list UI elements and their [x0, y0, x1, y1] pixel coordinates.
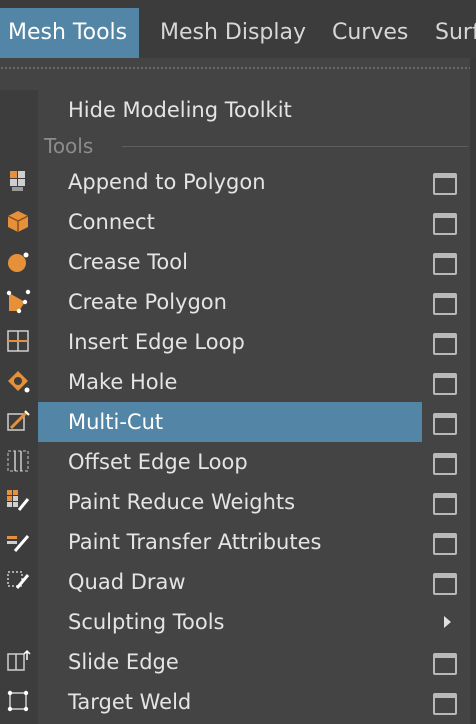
- connect-icon: [7, 211, 29, 232]
- menu-item-label: Target Weld: [68, 690, 192, 714]
- menu-item-offset-edge-loop[interactable]: Offset Edge Loop: [38, 442, 422, 482]
- make-hole-icon: [8, 371, 30, 393]
- menu-item-label: Insert Edge Loop: [68, 330, 245, 354]
- paint-transfer-attributes-option-box[interactable]: [433, 533, 457, 555]
- menu-item-sculpting-tools[interactable]: Sculpting Tools: [38, 602, 422, 642]
- menu-item-make-hole[interactable]: Make Hole: [38, 362, 422, 402]
- menu-item-label: Paint Transfer Attributes: [68, 530, 322, 554]
- quad-draw-icon: [7, 571, 30, 589]
- menu-item-paint-reduce-weights[interactable]: Paint Reduce Weights: [38, 482, 422, 522]
- target-weld-option-box[interactable]: [433, 693, 457, 715]
- paint-reduce-weights-option-box[interactable]: [433, 493, 457, 515]
- menu-surfaces[interactable]: Surf: [435, 8, 476, 58]
- menu-item-label: Paint Reduce Weights: [68, 490, 296, 514]
- menu-item-insert-edge-loop[interactable]: Insert Edge Loop: [38, 322, 422, 362]
- menu-item-label: Offset Edge Loop: [68, 450, 248, 474]
- menu-item-label: Sculpting Tools: [68, 610, 225, 634]
- menu-item-multi-cut[interactable]: Multi-Cut: [38, 402, 422, 442]
- menu-item-label: Create Polygon: [68, 290, 227, 314]
- menu-bar: Mesh Tools Mesh Display Curves Surf: [0, 0, 476, 58]
- menu-item-label: Append to Polygon: [68, 170, 266, 194]
- submenu-arrow-icon: [444, 616, 451, 628]
- connect-option-box[interactable]: [433, 213, 457, 235]
- insert-edge-loop-icon: [7, 330, 29, 352]
- menu-item-label: Connect: [68, 210, 155, 234]
- menu-item-connect[interactable]: Connect: [38, 202, 422, 242]
- menu-item-append-to-polygon[interactable]: Append to Polygon: [38, 162, 422, 202]
- menu-item-hide-modeling-toolkit[interactable]: Hide Modeling Toolkit: [38, 90, 422, 130]
- target-weld-icon: [7, 690, 29, 712]
- menu-item-label: Hide Modeling Toolkit: [68, 98, 292, 122]
- multi-cut-icon: [7, 410, 30, 431]
- menu-curves[interactable]: Curves: [332, 8, 408, 58]
- append-polygon-icon: [10, 171, 25, 191]
- make-hole-option-box[interactable]: [433, 373, 457, 395]
- menu-item-label: Make Hole: [68, 370, 178, 394]
- create-polygon-icon: [6, 289, 31, 314]
- menu-mesh-display[interactable]: Mesh Display: [160, 8, 306, 58]
- create-polygon-option-box[interactable]: [433, 293, 457, 315]
- menu-item-label: Slide Edge: [68, 650, 179, 674]
- menu-item-label: Quad Draw: [68, 570, 186, 594]
- slide-edge-icon: [7, 649, 31, 671]
- menu-mesh-tools[interactable]: Mesh Tools: [0, 8, 140, 58]
- menu-item-paint-transfer-attributes[interactable]: Paint Transfer Attributes: [38, 522, 422, 562]
- paint-reduce-weights-icon: [7, 490, 30, 511]
- offset-edge-loop-option-box[interactable]: [433, 453, 457, 475]
- menu-item-label: Multi-Cut: [68, 410, 164, 434]
- menu-edge: [470, 58, 476, 724]
- section-header-tools: Tools: [38, 130, 470, 162]
- menu-item-label: Crease Tool: [68, 250, 188, 274]
- section-divider: [122, 146, 468, 147]
- menu-item-target-weld[interactable]: Target Weld: [38, 682, 422, 722]
- menu-item-quad-draw[interactable]: Quad Draw: [38, 562, 422, 602]
- section-label: Tools: [44, 134, 94, 158]
- multi-cut-option-box[interactable]: [433, 413, 457, 435]
- insert-edge-loop-option-box[interactable]: [433, 333, 457, 355]
- menu-item-create-polygon[interactable]: Create Polygon: [38, 282, 422, 322]
- tear-off-handle[interactable]: [0, 62, 470, 78]
- quad-draw-option-box[interactable]: [433, 573, 457, 595]
- append-to-polygon-option-box[interactable]: [433, 173, 457, 195]
- crease-tool-option-box[interactable]: [433, 253, 457, 275]
- menu-item-crease-tool[interactable]: Crease Tool: [38, 242, 422, 282]
- mesh-tools-menu: Hide Modeling Toolkit Tools Append to Po…: [38, 90, 470, 724]
- slide-edge-option-box[interactable]: [433, 653, 457, 675]
- paint-transfer-attributes-icon: [7, 535, 30, 552]
- menu-item-slide-edge[interactable]: Slide Edge: [38, 642, 422, 682]
- offset-edge-loop-icon: [7, 450, 29, 472]
- crease-tool-icon: [8, 252, 29, 272]
